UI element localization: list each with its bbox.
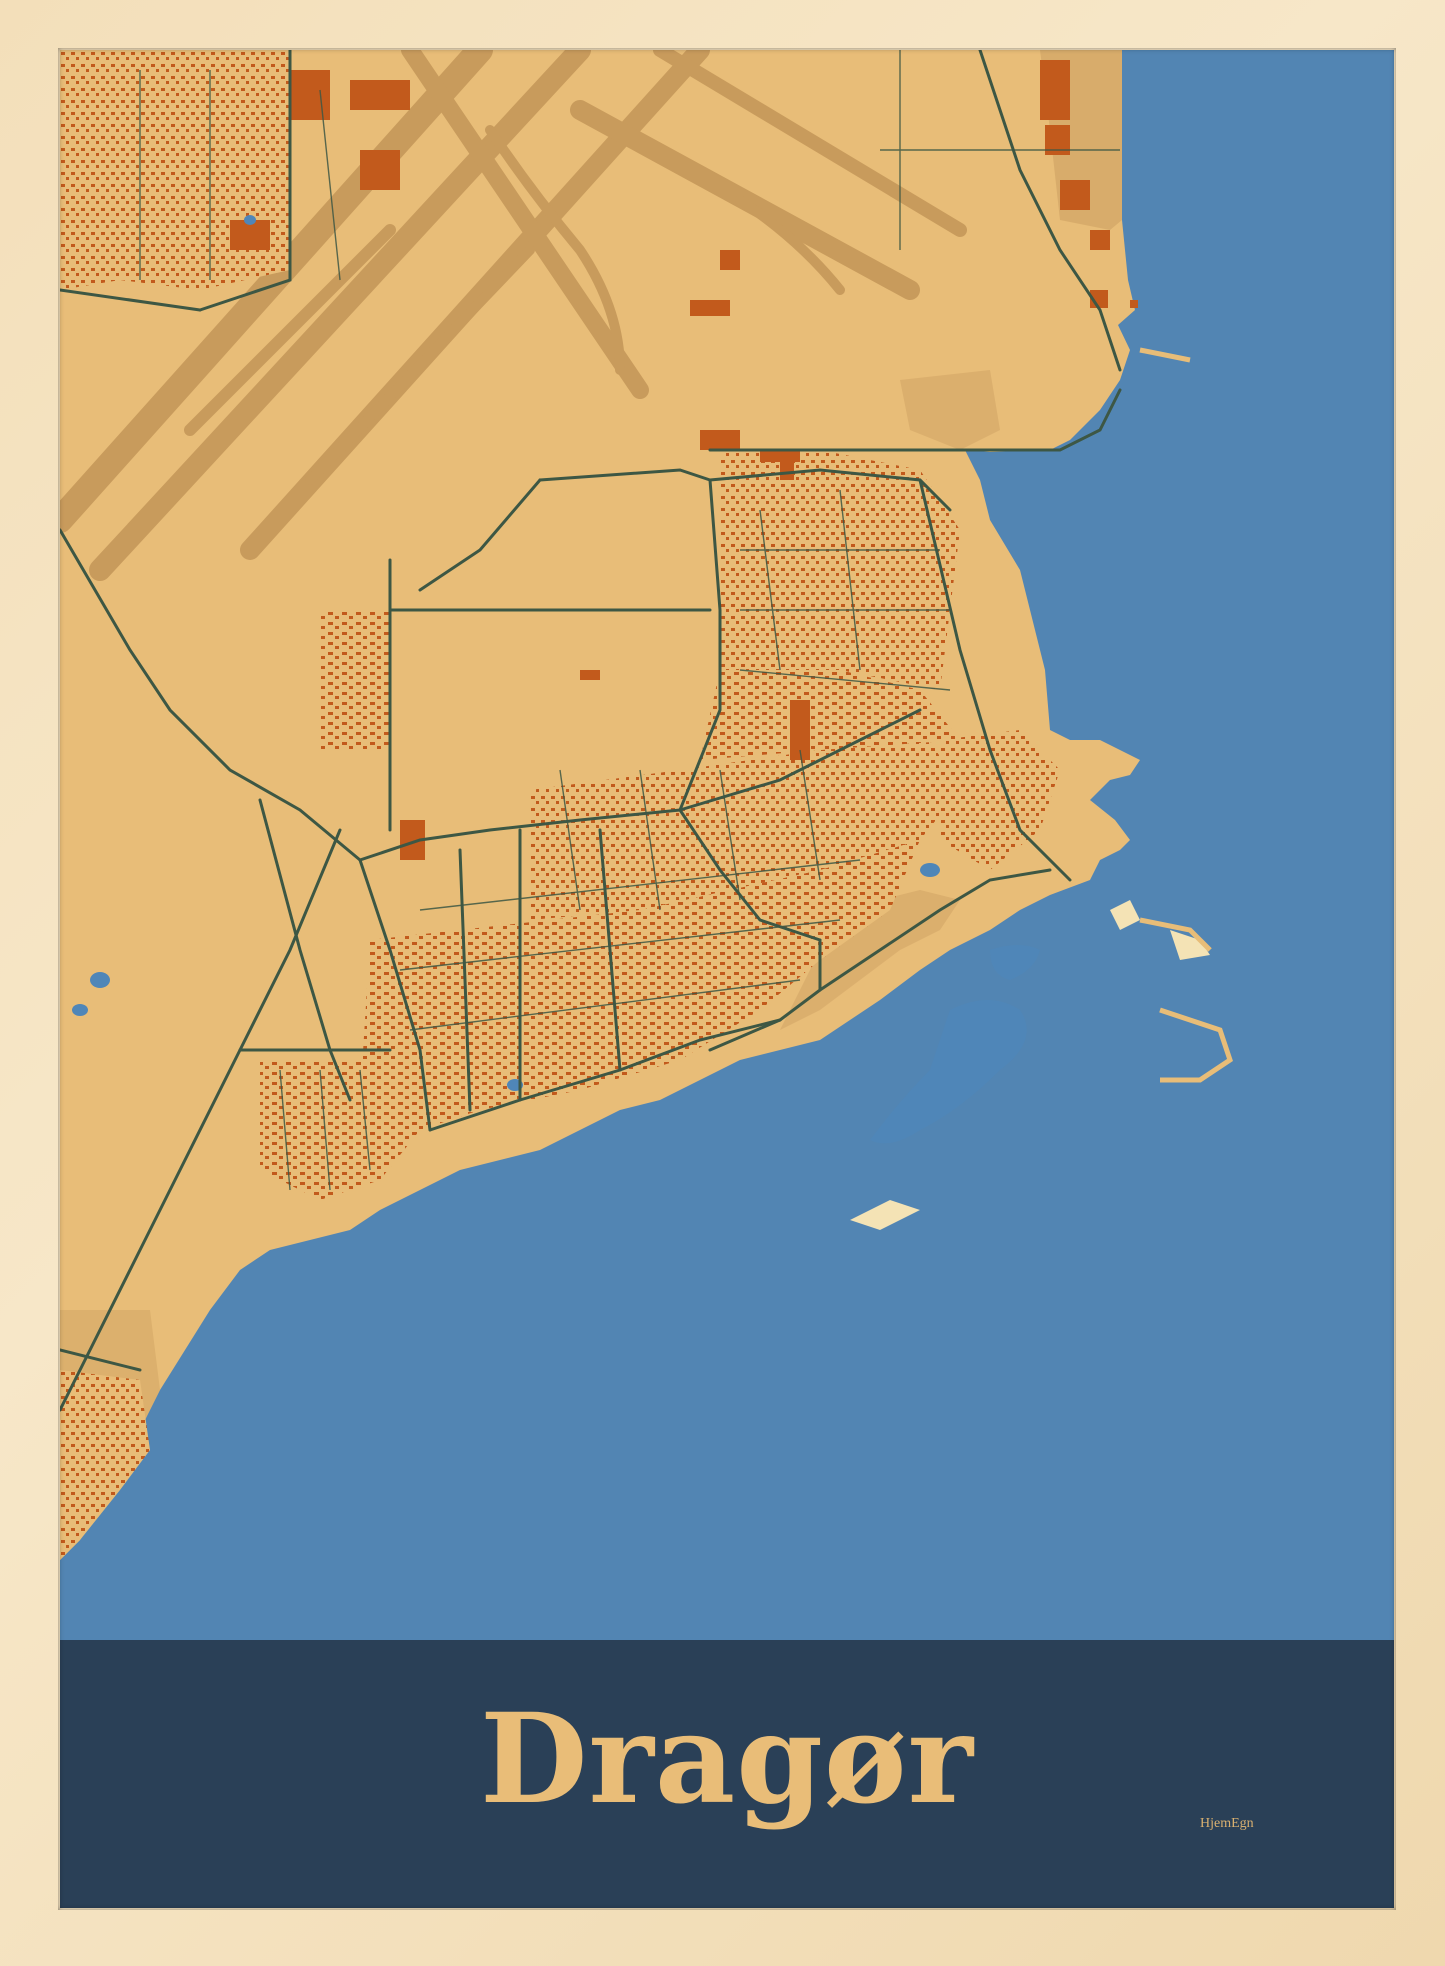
brand-logo: HjemEgn [1200, 1816, 1254, 1831]
poster-frame: Dragør HjemEgn [0, 0, 1445, 1966]
city-map [60, 50, 1394, 1908]
map-poster: Dragør HjemEgn [60, 50, 1394, 1908]
city-title: Dragør [480, 1687, 974, 1832]
